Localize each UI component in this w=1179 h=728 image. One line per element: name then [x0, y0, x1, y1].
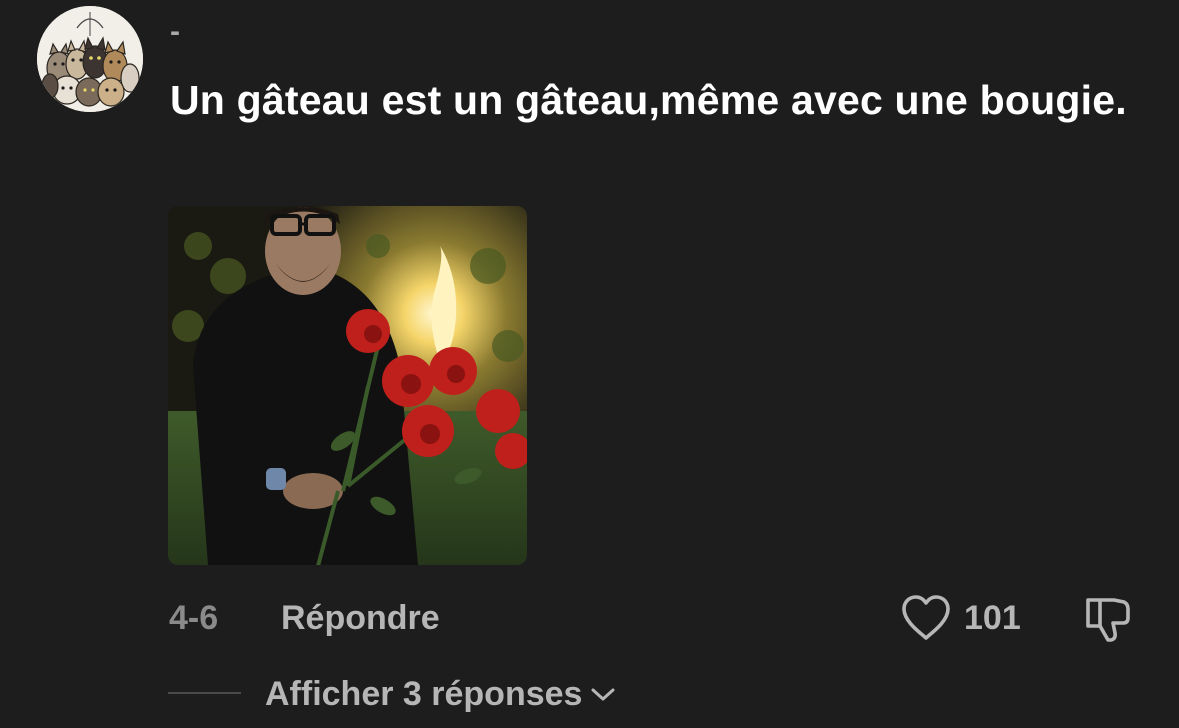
- replies-divider: [168, 692, 241, 694]
- avatar-cats-illustration: [37, 6, 143, 112]
- thumbs-down-icon: [1086, 598, 1130, 642]
- comment-text: Un gâteau est un gâteau,même avec une bo…: [170, 77, 1127, 123]
- username[interactable]: -: [170, 12, 180, 52]
- comment-date: 4-6: [169, 596, 218, 640]
- chevron-down-icon: [591, 688, 615, 701]
- comment-item: - Un gâteau est un gâteau,même avec une …: [0, 0, 1179, 728]
- heart-icon: [902, 595, 950, 640]
- comment-date-text: 4-6: [169, 599, 219, 637]
- dislike-button[interactable]: [1080, 592, 1134, 646]
- view-replies-button[interactable]: Afficher 3 réponses: [265, 672, 616, 716]
- gif-illustration: [168, 206, 527, 565]
- reply-button[interactable]: Répondre: [281, 596, 440, 640]
- view-replies-label: Afficher 3 réponses: [265, 675, 583, 713]
- like-button[interactable]: 101: [900, 592, 1021, 644]
- comment-gif-image[interactable]: [168, 206, 527, 565]
- avatar[interactable]: [37, 6, 143, 112]
- like-count: 101: [964, 598, 1021, 637]
